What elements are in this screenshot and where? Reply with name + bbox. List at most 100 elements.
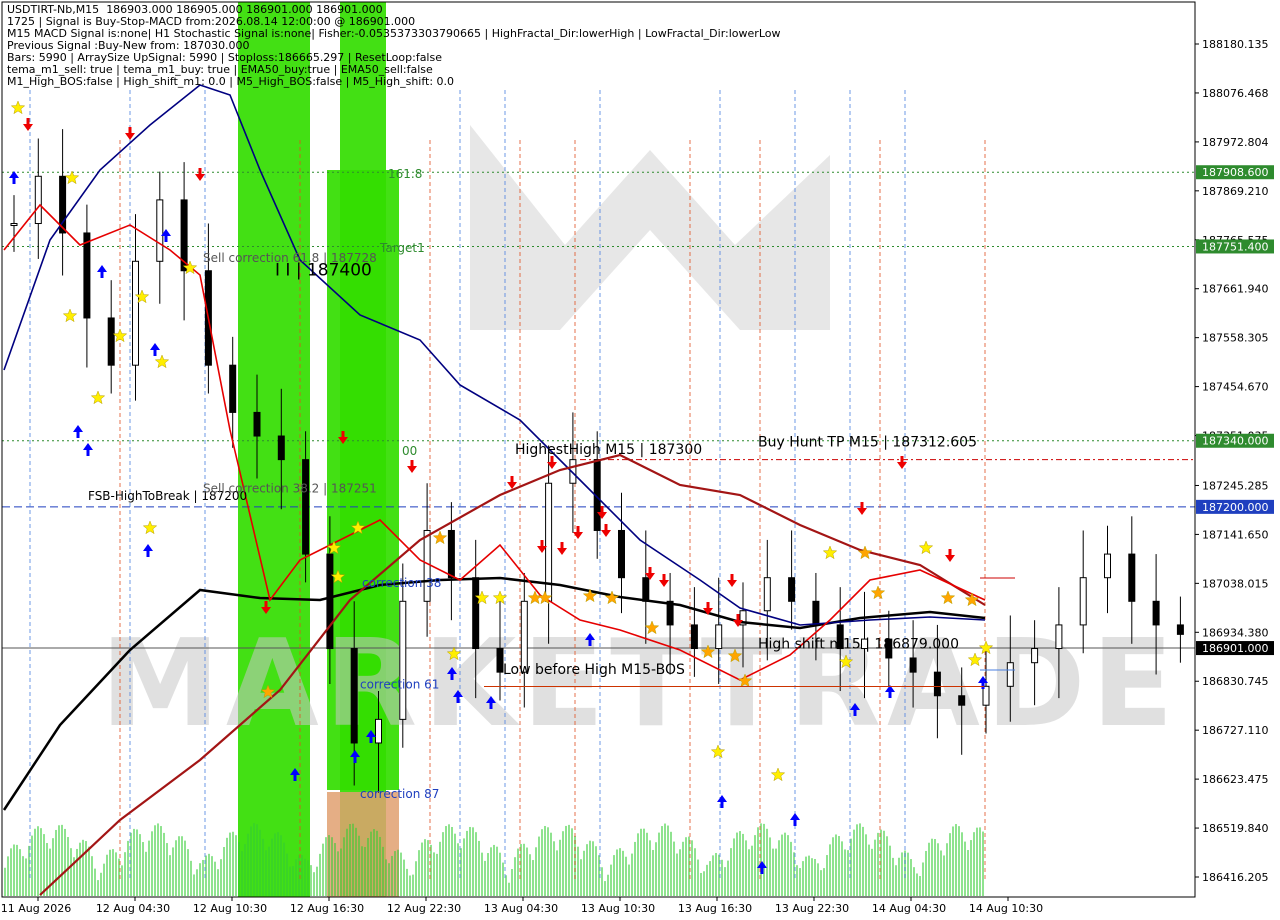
volume-bar [577,846,579,896]
volume-bar [34,828,36,896]
volume-bar [973,832,975,896]
chart-annotation: Buy Hunt TP M15 | 187312.605 [758,434,977,450]
volume-bar [574,835,576,896]
volume-bar [334,843,336,896]
volume-bar [196,869,198,896]
volume-bar [781,834,783,896]
volume-bar [700,872,702,896]
volume-bar [961,832,963,896]
candle-body [399,600,407,720]
chart-annotation: correction 61 [360,678,439,692]
price-box-label: 187751.400 [1202,240,1268,253]
volume-bar [913,867,915,896]
candle-body [447,529,455,579]
volume-bar [883,830,885,896]
volume-bar [979,827,981,896]
y-tick-label: 186934.380 [1202,626,1268,639]
volume-bar [211,856,213,896]
volume-bar [373,829,375,896]
volume-bar [841,841,843,896]
volume-bar [607,874,609,896]
volume-bar [964,841,966,896]
volume-bar [361,846,363,896]
volume-bar [286,853,288,896]
volume-bar [295,859,297,896]
volume-bar [190,860,192,896]
volume-bar [232,831,234,896]
volume-bar [976,827,978,896]
candle-body [1128,553,1136,602]
volume-bar [259,829,261,896]
volume-bar [721,859,723,896]
volume-bar [940,850,942,896]
volume-bar [655,842,657,896]
volume-bar [514,857,516,896]
y-tick-label: 187245.285 [1202,479,1268,492]
volume-bar [859,823,861,896]
volume-bar [946,843,948,896]
volume-bar [661,826,663,896]
volume-bar [472,827,474,896]
volume-bar [166,843,168,896]
volume-bar [919,876,921,896]
volume-bar [370,831,372,896]
x-tick-label: 14 Aug 04:30 [872,902,946,915]
volume-bar [337,851,339,896]
volume-bar [199,863,201,896]
y-tick-label: 187661.940 [1202,283,1268,296]
candle-body [1176,624,1184,635]
volume-bar [949,833,951,896]
volume-bar [835,834,837,896]
volume-bar [910,859,912,896]
volume-bar [652,849,654,896]
chart-annotation: 00 [402,444,417,458]
volume-bar [394,851,396,896]
volume-bar [223,847,225,896]
volume-bar [340,848,342,896]
volume-bar [553,841,555,896]
volume-bar [562,831,564,896]
volume-bar [256,824,258,896]
volume-bar [22,856,24,896]
bos-line [484,686,984,687]
volume-bar [376,830,378,896]
volume-bar [64,828,66,896]
volume-bar [424,839,426,896]
price-chart[interactable]: MARKETTRADE 161.8Target1Sell correction … [0,0,1280,920]
volume-bar [511,869,513,896]
volume-bar [664,823,666,896]
candle-body [763,577,771,612]
volume-bar [304,858,306,896]
volume-bar [547,827,549,896]
volume-bar [85,841,87,896]
volume-bar [214,861,216,896]
volume-bar [208,853,210,896]
volume-bar [772,848,774,896]
volume-bar [346,828,348,896]
volume-bar [484,860,486,896]
volume-bar [970,840,972,896]
volume-bar [862,826,864,896]
volume-bar [412,874,414,896]
volume-bar [730,848,732,896]
volume-bar [727,860,729,896]
volume-bar [943,855,945,896]
y-tick-label: 187869.210 [1202,185,1268,198]
volume-bar [187,849,189,896]
volume-bar [292,866,294,896]
volume-bar [580,859,582,896]
chart-annotation: HighestHigh M15 | 187300 [515,442,702,458]
volume-bar [67,837,69,896]
volume-bar [454,833,456,896]
candle-body [982,685,990,706]
volume-bar [925,850,927,896]
candle-body [812,600,820,626]
candle-body [715,624,723,650]
volume-bar [646,832,648,896]
volume-bar [496,846,498,896]
volume-bar [895,865,897,896]
volume-bar [763,823,765,896]
x-tick-label: 13 Aug 16:30 [678,902,752,915]
volume-bar [466,830,468,896]
chart-annotation: Low before High M15-BOS [503,662,685,678]
